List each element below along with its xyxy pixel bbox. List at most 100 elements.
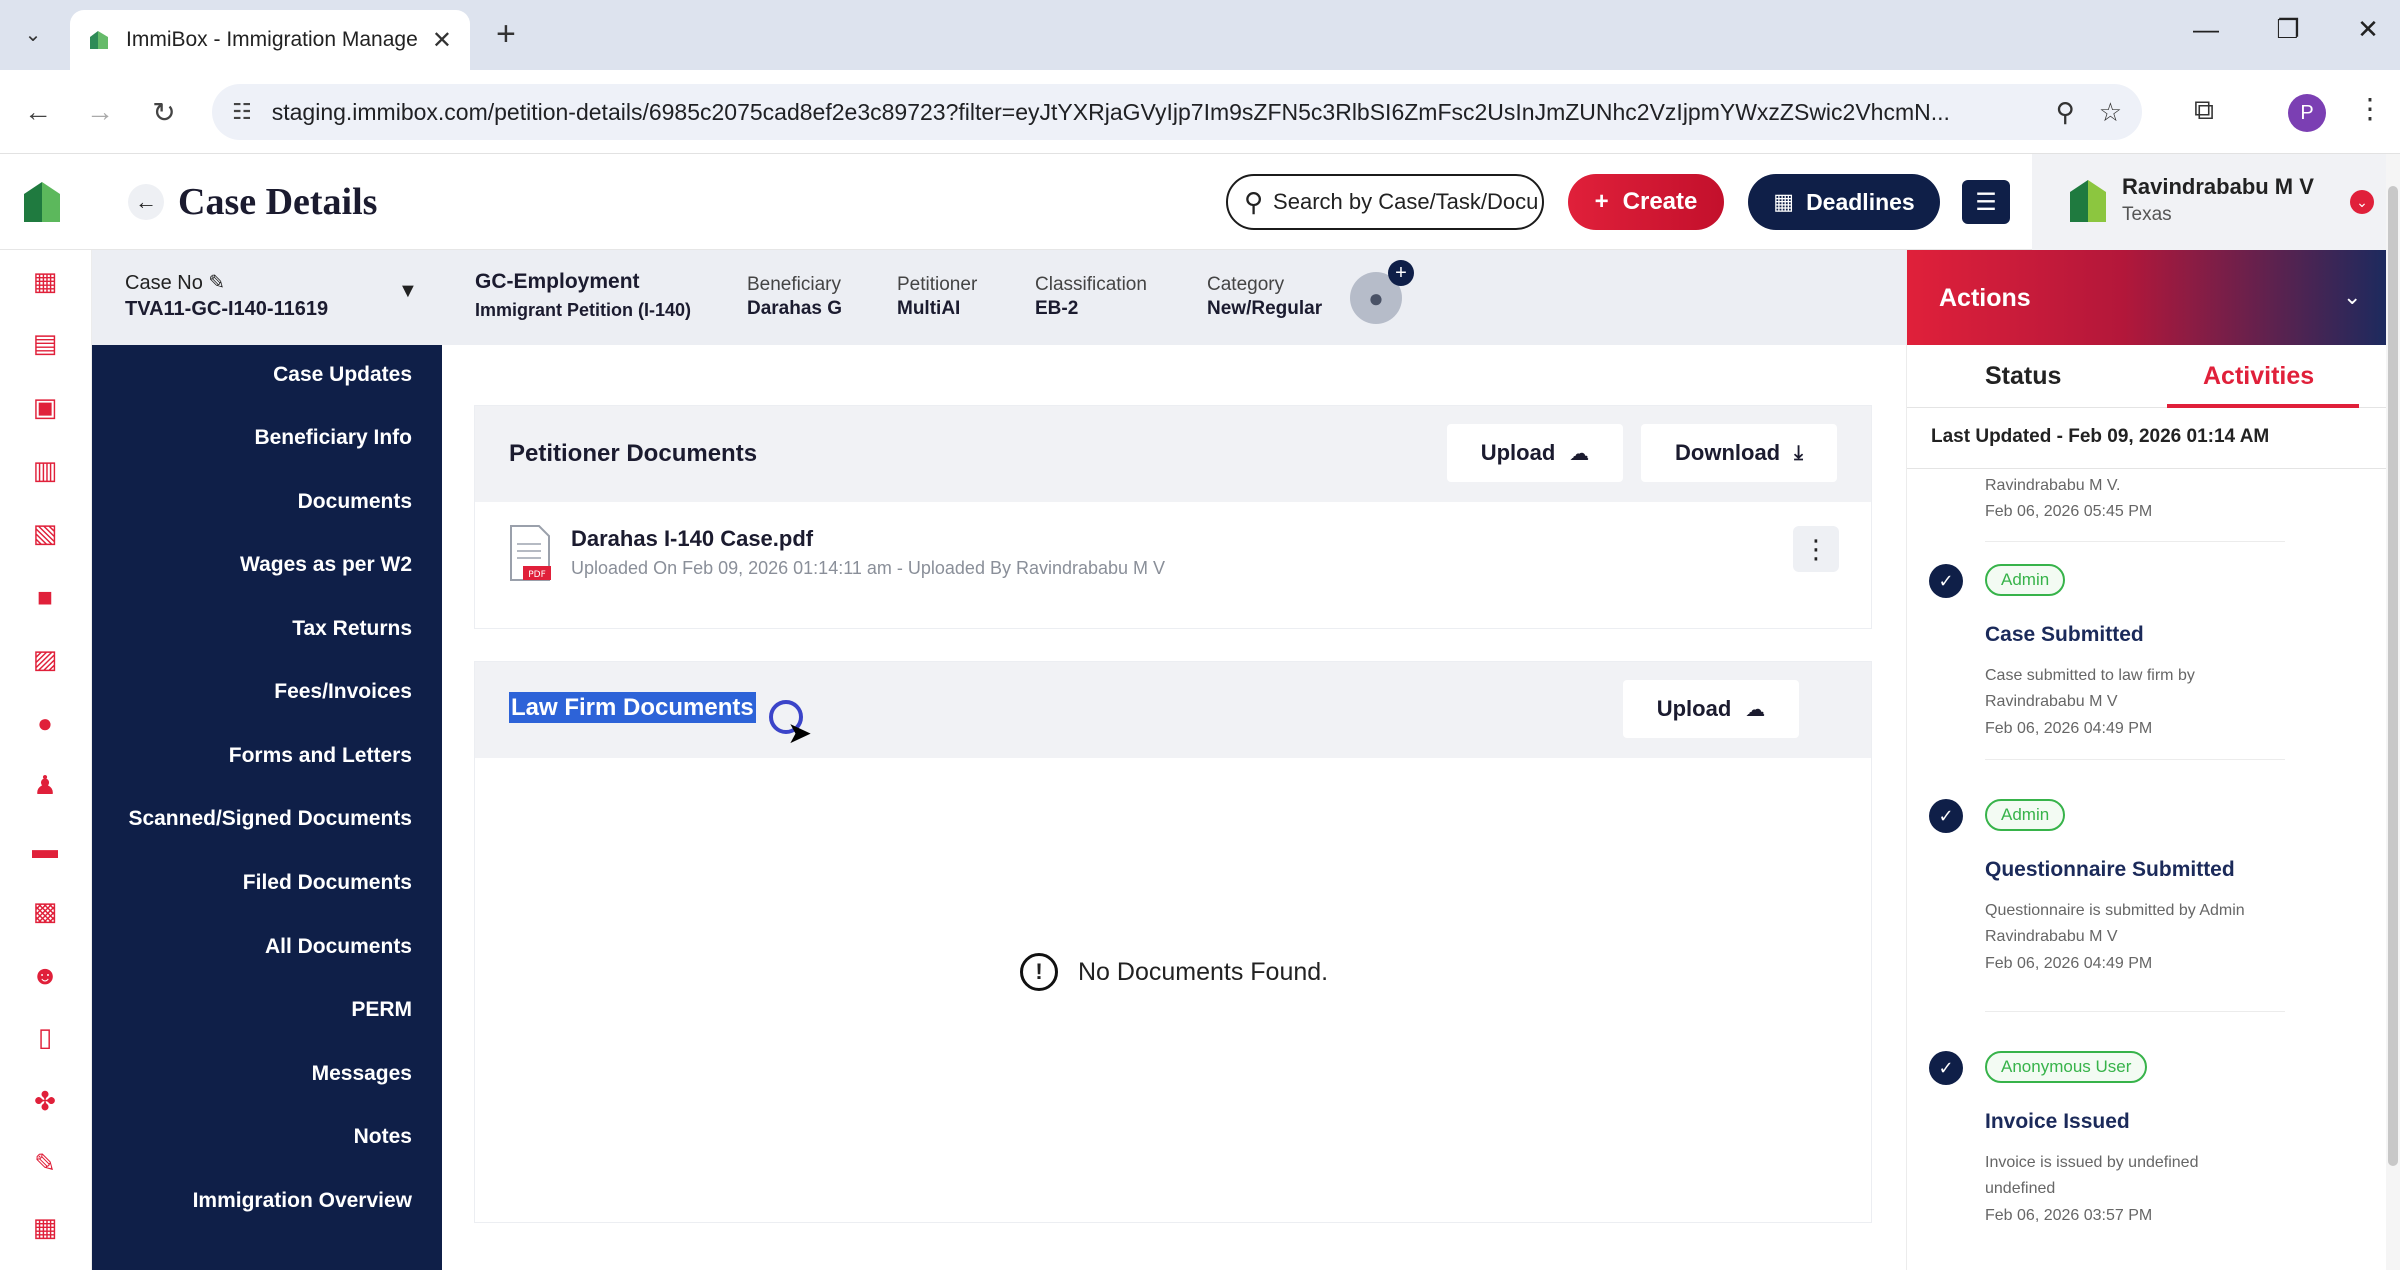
law-firm-documents-title: Law Firm Documents xyxy=(509,692,756,723)
address-bar[interactable]: ☷ staging.immibox.com/petition-details/6… xyxy=(212,84,2142,140)
clipboard-icon[interactable]: ▨ xyxy=(28,642,62,676)
last-updated-text: Last Updated - Feb 09, 2026 01:14 AM xyxy=(1931,426,2270,447)
tab-list-chevron-icon[interactable]: ⌄ xyxy=(14,15,52,53)
browser-tab[interactable]: ImmiBox - Immigration Manage ✕ xyxy=(70,10,470,70)
cases-icon[interactable]: ▤ xyxy=(28,326,62,360)
browser-menu-icon[interactable]: ⋮ xyxy=(2356,92,2384,125)
subnav-item-scanned-signed[interactable]: Scanned/Signed Documents xyxy=(128,807,412,831)
global-search-input[interactable]: ⚲ Search by Case/Task/Docu xyxy=(1226,174,1544,230)
subnav-item-tax-returns[interactable]: Tax Returns xyxy=(292,617,412,641)
deadlines-button[interactable]: ▦ Deadlines xyxy=(1748,174,1940,230)
activity-separator xyxy=(1985,541,2285,542)
case-dropdown-caret-icon[interactable]: ▼ xyxy=(398,280,418,303)
user-menu[interactable]: Ravindrababu M V Texas ⌄ xyxy=(2032,154,2386,250)
activity-date: Feb 06, 2026 04:49 PM xyxy=(1985,955,2153,972)
beneficiary-value: Darahas G xyxy=(747,298,843,319)
subnav-item-beneficiary-info[interactable]: Beneficiary Info xyxy=(254,426,412,450)
cloud-upload-icon: ☁ xyxy=(1745,698,1766,721)
create-button[interactable]: + Create xyxy=(1568,174,1724,230)
edit-pencil-icon[interactable]: ✎ xyxy=(208,272,225,294)
case-no-label: Case No ✎ xyxy=(125,272,226,294)
petitioner-upload-button[interactable]: Upload ☁ xyxy=(1447,424,1623,482)
edit-document-icon[interactable]: ✎ xyxy=(28,1146,62,1180)
svg-text:PDF: PDF xyxy=(528,570,546,580)
report-icon[interactable]: ▥ xyxy=(28,453,62,487)
petitioner-download-button[interactable]: Download ⤓ xyxy=(1641,424,1837,482)
folder-icon[interactable]: ▬ xyxy=(28,832,62,866)
subnav-item-forms-letters[interactable]: Forms and Letters xyxy=(229,744,412,768)
tab-close-icon[interactable]: ✕ xyxy=(432,26,452,55)
immibox-logo[interactable] xyxy=(22,180,62,224)
document-more-options-icon[interactable]: ⋮ xyxy=(1793,526,1839,572)
ledger-icon[interactable]: ▯ xyxy=(28,1020,62,1054)
subnav-item-fees-invoices[interactable]: Fees/Invoices xyxy=(274,680,412,704)
tasks-icon[interactable]: ▧ xyxy=(28,516,62,550)
activity-role-badge: Anonymous User xyxy=(1985,1051,2148,1083)
restore-icon[interactable]: ❐ xyxy=(2268,14,2308,45)
tab-status[interactable]: Status xyxy=(1985,362,2061,391)
law-firm-documents-header: Law Firm Documents ➤ Upload ☁ xyxy=(475,662,1871,758)
subnav-item-messages[interactable]: Messages xyxy=(312,1062,412,1086)
subnav-item-wages[interactable]: Wages as per W2 xyxy=(240,553,412,577)
calendar-grid-icon[interactable]: ▦ xyxy=(28,1210,62,1244)
chat-icon[interactable]: ■ xyxy=(28,580,62,614)
support-agent-icon[interactable]: ☻ xyxy=(28,958,62,992)
subnav-item-all-documents[interactable]: All Documents xyxy=(265,935,412,959)
subnav-item-case-updates[interactable]: Case Updates xyxy=(273,363,412,387)
messages-icon[interactable]: ☰ xyxy=(1962,180,2010,224)
case-type-title: GC-Employment xyxy=(475,270,640,293)
subnav-item-filed-documents[interactable]: Filed Documents xyxy=(243,871,412,895)
pdf-file-icon[interactable]: PDF xyxy=(507,524,553,582)
subnav-item-documents[interactable]: Documents xyxy=(298,490,412,514)
dashboard-grid-icon[interactable]: ▦ xyxy=(28,264,62,298)
user-dropdown-chevron-icon[interactable]: ⌄ xyxy=(2350,190,2374,214)
back-arrow-icon[interactable]: ← xyxy=(128,184,164,220)
new-tab-plus-icon[interactable]: + xyxy=(496,16,516,52)
icon-rail: ▦ ▤ ▣ ▥ ▧ ■ ▨ ● ♟ ▬ ▩ ☻ ▯ ✤ ✎ ▦ xyxy=(0,250,92,1270)
back-arrow-icon[interactable]: ← xyxy=(18,92,58,132)
team-icon[interactable]: ✤ xyxy=(28,1084,62,1118)
plus-icon: + xyxy=(1594,188,1609,215)
activity-desc: undefined xyxy=(1985,1180,2056,1197)
chevron-down-icon[interactable]: ⌄ xyxy=(2343,284,2361,310)
bookmark-star-icon[interactable]: ☆ xyxy=(2099,97,2122,128)
law-firm-upload-button[interactable]: Upload ☁ xyxy=(1623,680,1799,738)
page-scrollbar-thumb[interactable] xyxy=(2388,186,2398,1166)
case-info-bar: Case No ✎ TVA11-GC-I140-11619 ▼ GC-Emplo… xyxy=(92,250,1906,345)
window-close-icon[interactable]: ✕ xyxy=(2348,14,2388,45)
forward-arrow-icon[interactable]: → xyxy=(80,92,120,132)
extensions-puzzle-icon[interactable]: ⧉ xyxy=(2194,94,2214,127)
actions-panel: Actions ⌄ Status Activities Last Updated… xyxy=(1906,250,2387,1270)
page-title: Case Details xyxy=(178,181,378,223)
case-type-subtitle: Immigrant Petition (I-140) xyxy=(475,300,692,320)
search-icon: ⚲ xyxy=(1244,186,1264,217)
zoom-icon[interactable]: ⚲ xyxy=(2056,97,2075,128)
document-file-name[interactable]: Darahas I-140 Case.pdf xyxy=(571,526,813,552)
tab-activities[interactable]: Activities xyxy=(2203,362,2314,391)
document-check-icon[interactable]: ▣ xyxy=(28,390,62,424)
activity-check-icon: ✓ xyxy=(1929,1051,1963,1085)
petitioner-documents-title: Petitioner Documents xyxy=(509,440,758,467)
minimize-icon[interactable]: — xyxy=(2186,14,2226,45)
search-placeholder: Search by Case/Task/Docu xyxy=(1273,189,1539,214)
activity-title: Case Submitted xyxy=(1985,623,2144,646)
download-arrow-icon: ⤓ xyxy=(1794,441,1803,464)
activity-date: Feb 06, 2026 04:49 PM xyxy=(1985,720,2153,737)
petitioner-value: MultiAI xyxy=(897,298,961,319)
subnav-item-perm[interactable]: PERM xyxy=(351,998,412,1022)
add-assignee-plus-icon[interactable]: + xyxy=(1388,260,1414,286)
notes-icon[interactable]: ▩ xyxy=(28,894,62,928)
profile-avatar[interactable]: P xyxy=(2288,94,2326,132)
empty-state-text: No Documents Found. xyxy=(1078,957,1329,986)
site-settings-icon[interactable]: ☷ xyxy=(232,99,252,125)
reload-icon[interactable]: ↻ xyxy=(144,92,184,132)
subnav-item-notes[interactable]: Notes xyxy=(354,1125,412,1149)
user-icon[interactable]: ● xyxy=(28,706,62,740)
actions-header[interactable]: Actions ⌄ xyxy=(1907,250,2387,345)
contacts-icon[interactable]: ♟ xyxy=(28,768,62,802)
subnav-item-immigration-overview[interactable]: Immigration Overview xyxy=(193,1189,412,1213)
activity-desc: Case submitted to law firm by xyxy=(1985,667,2195,684)
user-state: Texas xyxy=(2122,204,2172,225)
tab-title: ImmiBox - Immigration Manage xyxy=(126,28,418,51)
petitioner-label: Petitioner xyxy=(897,274,978,295)
